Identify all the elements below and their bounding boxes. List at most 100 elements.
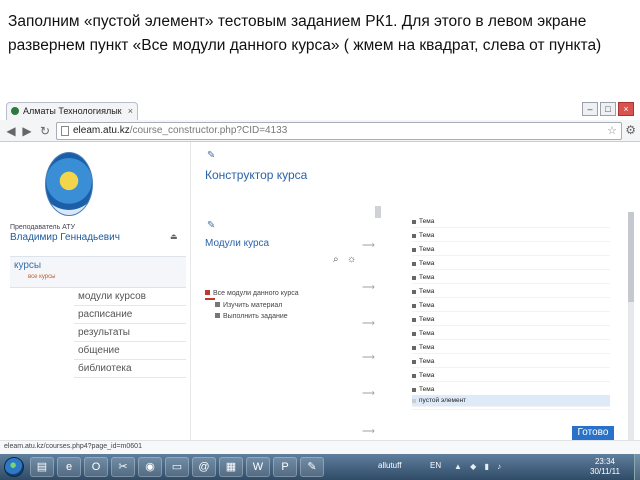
- ie-icon[interactable]: e: [57, 457, 81, 477]
- topic-row[interactable]: Тема: [412, 286, 610, 298]
- modules-title: Модули курса: [205, 238, 270, 249]
- editor-icon[interactable]: ✎: [300, 457, 324, 477]
- empty-element-row[interactable]: пустой элемент: [412, 395, 610, 407]
- bullet-icon: [412, 318, 416, 322]
- url-path: /course_constructor.php?CID=4133: [129, 125, 288, 136]
- media-icon[interactable]: ▦: [219, 457, 243, 477]
- left-menu: модули курсов расписание результаты обще…: [74, 288, 186, 378]
- bookmark-star-icon[interactable]: ☆: [607, 123, 617, 139]
- logout-icon[interactable]: ⏏: [170, 232, 178, 241]
- arrow-icon: ⟶: [362, 388, 375, 398]
- tree-item-task[interactable]: Выполнить задание: [215, 313, 288, 320]
- powerpoint-icon[interactable]: P: [273, 457, 297, 477]
- topic-row[interactable]: Тема: [412, 356, 610, 368]
- instruction-caption: Заполним «пустой элемент» тестовым задан…: [8, 10, 633, 58]
- caption-line-2: развернем пункт «Все модули данного курс…: [8, 37, 602, 54]
- menu-item-modules[interactable]: модули курсов: [74, 288, 186, 306]
- maximize-button[interactable]: □: [600, 102, 616, 116]
- language-indicator[interactable]: EN: [430, 461, 441, 470]
- arrow-icon: ⟶: [362, 426, 375, 436]
- show-desktop-button[interactable]: [634, 454, 640, 480]
- menu-item-schedule[interactable]: расписание: [74, 306, 186, 324]
- middle-scroll-handle[interactable]: [375, 206, 381, 218]
- teacher-label: Преподаватель АТУ: [10, 224, 76, 231]
- tree-item-all-modules[interactable]: Все модули данного курса: [205, 290, 299, 297]
- university-logo: [45, 152, 93, 216]
- taskbar: ▤ e O ✂ ◉ ▭ @ ▦ W P ✎ allutuff EN ▲ ◆ ▮ …: [0, 454, 640, 480]
- arrow-icon: ⟶: [362, 240, 375, 250]
- topic-row[interactable]: Тема: [412, 244, 610, 256]
- all-courses-link[interactable]: все курсы: [28, 274, 55, 280]
- highlight-underline: [205, 298, 215, 300]
- topic-row[interactable]: Тема: [412, 216, 610, 228]
- menu-item-library[interactable]: библиотека: [74, 360, 186, 378]
- menu-item-communication[interactable]: общение: [74, 342, 186, 360]
- courses-title[interactable]: курсы: [14, 260, 41, 271]
- bullet-icon: [412, 399, 416, 403]
- url-host: eleam.atu.kz: [73, 125, 130, 136]
- topic-row[interactable]: Тема: [412, 370, 610, 382]
- bullet-icon: [412, 332, 416, 336]
- folder-icon[interactable]: ▭: [165, 457, 189, 477]
- done-button[interactable]: Готово: [572, 426, 614, 440]
- favicon-icon: [11, 107, 19, 115]
- search-icon[interactable]: ⌕: [333, 254, 339, 265]
- tab-strip: Алматы Технологиялык × – □ ×: [0, 100, 640, 120]
- chrome-icon[interactable]: ◉: [138, 457, 162, 477]
- topic-row[interactable]: Тема: [412, 328, 610, 340]
- scroll-thumb[interactable]: [628, 212, 634, 302]
- bullet-icon: [215, 302, 220, 307]
- system-tray-icons[interactable]: ▲ ◆ ▮ ♪: [454, 462, 504, 471]
- modules-icon: ✎: [207, 220, 216, 231]
- bullet-icon: [412, 290, 416, 294]
- window-controls: – □ ×: [582, 102, 634, 116]
- status-url: eleam.atu.kz/courses.php4?page_id=m0601: [4, 443, 142, 450]
- address-bar[interactable]: eleam.atu.kz/course_constructor.php?CID=…: [56, 122, 622, 140]
- bullet-icon: [412, 262, 416, 266]
- tree-item-study[interactable]: Изучить материал: [215, 302, 282, 309]
- back-button[interactable]: ◀: [4, 123, 18, 139]
- minimize-button[interactable]: –: [582, 102, 598, 116]
- tree-item-label: Выполнить задание: [223, 313, 288, 320]
- browser-toolbar: ◀ ▶ ↻ eleam.atu.kz/course_constructor.ph…: [0, 120, 640, 142]
- caption-line-1: Заполним «пустой элемент» тестовым задан…: [8, 13, 587, 30]
- opera-icon[interactable]: O: [84, 457, 108, 477]
- right-scrollbar[interactable]: [628, 212, 634, 452]
- courses-box: курсы все курсы: [10, 256, 186, 288]
- bullet-icon: [412, 220, 416, 224]
- taskbar-user[interactable]: allutuff: [378, 461, 401, 470]
- browser-screenshot: Алматы Технологиялык × – □ × ◀ ▶ ↻ eleam…: [0, 100, 640, 480]
- arrow-icon: ⟶: [362, 352, 375, 362]
- topic-row[interactable]: Тема: [412, 314, 610, 326]
- topic-row[interactable]: Тема: [412, 342, 610, 354]
- bullet-icon: [412, 276, 416, 280]
- clock[interactable]: 23:34 30/11/11: [590, 457, 620, 477]
- start-button[interactable]: [4, 457, 24, 477]
- topic-row[interactable]: Тема: [412, 258, 610, 270]
- browser-tab[interactable]: Алматы Технологиялык ×: [6, 102, 138, 120]
- clock-time: 23:34: [594, 457, 615, 466]
- close-window-button[interactable]: ×: [618, 102, 634, 116]
- explorer-icon[interactable]: ▤: [30, 457, 54, 477]
- bullet-icon: [412, 360, 416, 364]
- wrench-icon[interactable]: ⚙: [625, 123, 636, 137]
- clock-date: 30/11/11: [590, 467, 620, 476]
- word-icon[interactable]: W: [246, 457, 270, 477]
- forward-button[interactable]: ▶: [20, 123, 34, 139]
- tools-icon[interactable]: ✂: [111, 457, 135, 477]
- mail-icon[interactable]: @: [192, 457, 216, 477]
- hint-icon[interactable]: ☼: [347, 254, 356, 265]
- bullet-icon: [412, 248, 416, 252]
- tab-close-icon[interactable]: ×: [128, 103, 133, 119]
- expand-square-icon[interactable]: [205, 290, 210, 295]
- topic-row[interactable]: Тема: [412, 300, 610, 312]
- topic-row[interactable]: Тема: [412, 230, 610, 242]
- reload-button[interactable]: ↻: [38, 123, 52, 139]
- bullet-icon: [412, 388, 416, 392]
- page-icon: [61, 126, 69, 136]
- teacher-name[interactable]: Владимир Геннадьевич: [10, 232, 120, 243]
- arrow-icon: ⟶: [362, 318, 375, 328]
- menu-item-results[interactable]: результаты: [74, 324, 186, 342]
- bullet-icon: [412, 346, 416, 350]
- topic-row[interactable]: Тема: [412, 272, 610, 284]
